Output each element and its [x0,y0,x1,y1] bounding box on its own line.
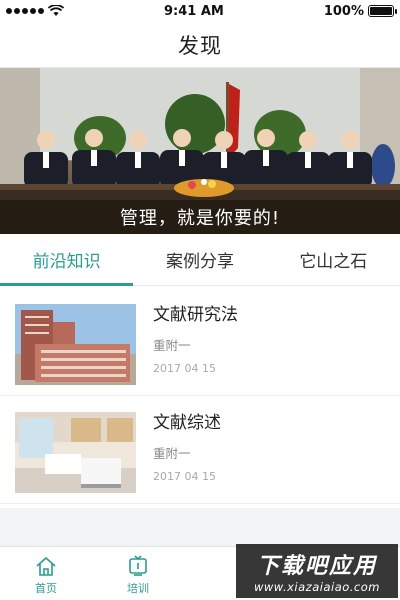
training-icon [129,555,147,576]
wifi-icon [48,5,64,16]
watermark-title: 下载吧应用 [256,554,377,579]
watermark: 下载吧应用 www.xiazaiaiao.com [236,544,398,598]
article-date: 2017 04 15 [153,362,216,375]
tabbar-item-home[interactable]: 首页 [0,547,92,600]
article-info: 文献研究法 重附一 2017 04 15 [153,304,238,375]
nav-bar: 发现 [0,22,400,68]
article-author: 重附一 [153,446,191,461]
banner[interactable]: 管理，就是你要的! [0,68,400,234]
signal-icon [6,8,44,14]
article-author: 重附一 [153,338,191,353]
list-item[interactable]: 文献综述 重附一 2017 04 15 [0,396,400,504]
tab-case-sharing[interactable]: 案例分享 [133,234,266,285]
tab-frontier-knowledge[interactable]: 前沿知识 [0,234,134,286]
article-title: 文献综述 [153,413,221,433]
category-tabs: 前沿知识 案例分享 它山之石 [0,234,400,286]
status-bar: 9:41 AM 100% [0,0,400,22]
battery-percent: 100% [323,3,364,19]
empty-area [0,508,400,546]
battery-icon [368,5,397,17]
battery-fill [370,7,392,15]
article-list: 文献研究法 重附一 2017 04 15 文献综述 重附一 2017 04 15 [0,288,400,504]
tabbar-label: 培训 [127,582,149,595]
article-thumbnail [15,412,136,493]
status-time: 9:41 AM [163,3,224,19]
status-right: 100% [323,3,397,19]
page-title: 发现 [178,33,222,58]
article-thumbnail [15,304,136,385]
watermark-url: www.xiazaiaiao.com [253,580,380,594]
tabbar-item-training[interactable]: 培训 [92,547,184,600]
article-title: 文献研究法 [153,305,238,325]
status-left [6,5,64,17]
article-info: 文献综述 重附一 2017 04 15 [153,412,221,483]
tab-other-experiences[interactable]: 它山之石 [267,234,400,285]
list-item[interactable]: 文献研究法 重附一 2017 04 15 [0,288,400,396]
article-date: 2017 04 15 [153,470,216,483]
home-icon [36,556,56,576]
tabbar-label: 首页 [35,582,57,595]
banner-caption: 管理，就是你要的! [0,200,400,234]
